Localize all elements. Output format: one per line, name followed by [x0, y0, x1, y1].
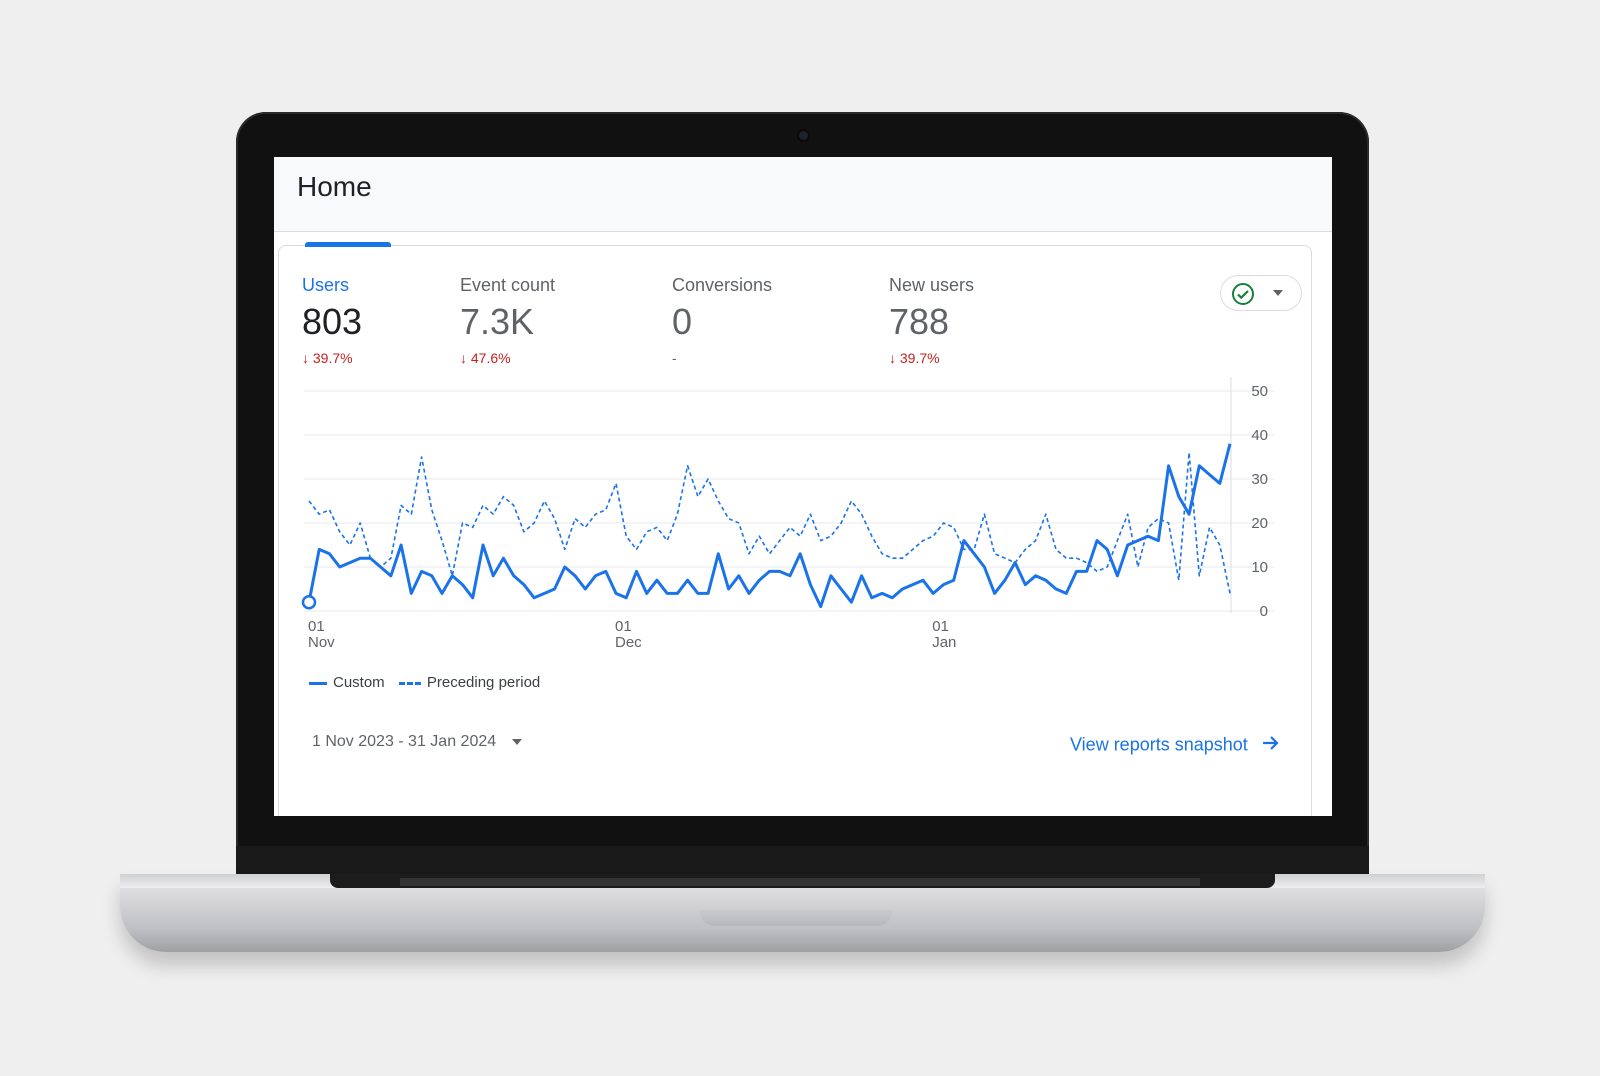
x-tick-month: Dec — [615, 634, 642, 651]
x-tick-day: 01 — [615, 618, 632, 635]
series-start-point — [301, 594, 317, 610]
chart-legend: Custom Preceding period — [309, 674, 550, 691]
y-tick-label: 0 — [1260, 603, 1268, 620]
laptop-notch — [700, 910, 892, 926]
series-line-custom — [307, 443, 1232, 609]
view-reports-snapshot-link[interactable]: View reports snapshot — [1070, 733, 1280, 758]
date-range-selector[interactable]: 1 Nov 2023 - 31 Jan 2024 — [312, 733, 523, 751]
users-line-chart: 5040302010001Nov01Dec01Jan — [301, 377, 1274, 651]
y-tick-label: 50 — [1251, 383, 1268, 400]
view-link-label: View reports snapshot — [1070, 734, 1248, 755]
x-tick-day: 01 — [932, 618, 949, 635]
keyboard-strip — [400, 878, 1200, 886]
legend-item-custom: Custom — [309, 674, 385, 691]
laptop-bezel-bottom — [236, 846, 1369, 874]
legend-item-preceding: Preceding period — [398, 674, 541, 691]
legend-solid-swatch — [309, 681, 327, 685]
legend-label: Preceding period — [426, 674, 541, 691]
caret-down-icon — [512, 738, 523, 745]
y-tick-label: 10 — [1251, 559, 1268, 576]
screen: Home Users 803 ↓ 39.7% Event count 7.3K … — [274, 157, 1332, 816]
arrow-right-icon — [1260, 733, 1280, 758]
x-tick-month: Jan — [932, 634, 956, 651]
legend-label: Custom — [333, 674, 385, 691]
legend-dashed-swatch — [398, 681, 421, 685]
y-tick-label: 40 — [1251, 427, 1268, 444]
x-tick-month: Nov — [308, 634, 335, 651]
date-range-label: 1 Nov 2023 - 31 Jan 2024 — [312, 733, 497, 750]
x-tick-day: 01 — [308, 618, 325, 635]
camera-icon — [799, 131, 808, 140]
y-tick-label: 30 — [1251, 471, 1268, 488]
y-tick-label: 20 — [1251, 515, 1268, 532]
